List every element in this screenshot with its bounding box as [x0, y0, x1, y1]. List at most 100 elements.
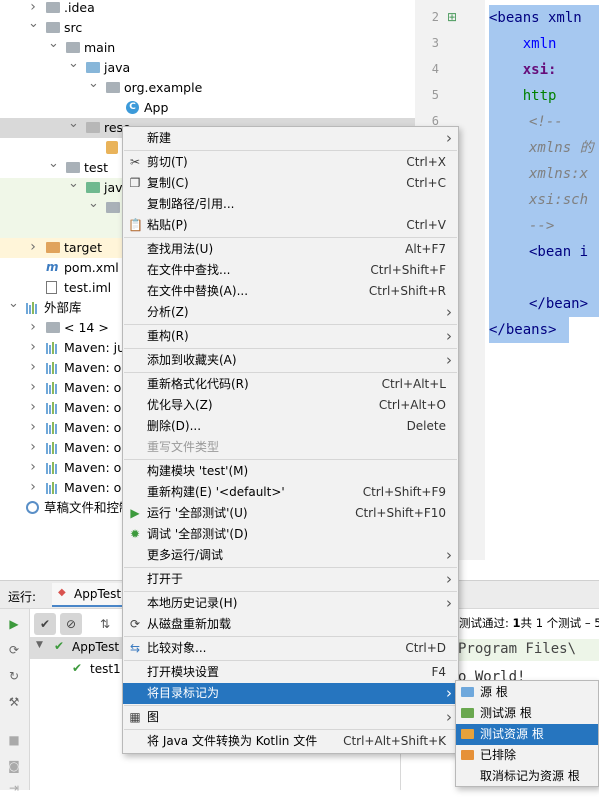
chevron-down-icon[interactable]: ⌄	[28, 17, 39, 30]
tree-row-label: < 14 >	[64, 320, 109, 335]
menu-item[interactable]: ❐ 复制(C) Ctrl+C	[123, 173, 458, 194]
chevron-right-icon[interactable]: ›	[28, 0, 38, 14]
library-icon	[46, 361, 60, 374]
menu-item-shortcut: Ctrl+Alt+L	[381, 377, 446, 391]
rerun-icon[interactable]: ▶	[0, 613, 28, 635]
submenu-item[interactable]: 测试资源 根	[456, 724, 598, 745]
chevron-down-icon[interactable]: ⌄	[48, 37, 59, 50]
chevron-right-icon[interactable]: ›	[28, 440, 38, 454]
tree-row[interactable]: ⌄ java	[0, 57, 415, 78]
stop-icon[interactable]: ■	[0, 729, 28, 751]
submenu-item[interactable]: 源 根	[456, 682, 598, 703]
menu-item[interactable]: 分析(Z) ›	[123, 302, 458, 323]
chevron-right-icon[interactable]: ›	[28, 460, 38, 474]
chevron-right-icon[interactable]: ›	[28, 240, 38, 254]
chevron-down-icon[interactable]: ⌄	[68, 177, 79, 190]
tree-row[interactable]: ⌄ src	[0, 17, 415, 38]
menu-item[interactable]: 优化导入(Z) Ctrl+Alt+O	[123, 395, 458, 416]
chevron-right-icon[interactable]: ›	[28, 420, 38, 434]
chevron-down-icon[interactable]: ⌄	[8, 297, 19, 310]
menu-item-shortcut: Ctrl+Alt+Shift+K	[343, 734, 446, 748]
menu-item-label: 重构(R)	[147, 329, 189, 343]
menu-item[interactable]: 在文件中替换(A)... Ctrl+Shift+R	[123, 281, 458, 302]
submenu-item[interactable]: 取消标记为资源 根	[456, 766, 598, 787]
menu-item[interactable]: 重新格式化代码(R) Ctrl+Alt+L	[123, 374, 458, 395]
menu-item[interactable]: 本地历史记录(H) ›	[123, 593, 458, 614]
menu-item[interactable]: 添加到收藏夹(A) ›	[123, 350, 458, 371]
library-icon	[46, 461, 60, 474]
sort-icon[interactable]: ⇅	[94, 613, 116, 635]
tree-row-label: org.example	[124, 80, 203, 95]
library-icon	[46, 421, 60, 434]
code-line: <beans xmln	[489, 10, 582, 26]
menu-item[interactable]: ▦ 图 ›	[123, 707, 458, 728]
menu-item[interactable]: 在文件中查找... Ctrl+Shift+F	[123, 260, 458, 281]
chevron-right-icon[interactable]: ›	[28, 480, 38, 494]
menu-item[interactable]: 构建模块 'test'(M)	[123, 461, 458, 482]
menu-item[interactable]: 删除(D)... Delete	[123, 416, 458, 437]
code-line: </beans>	[489, 322, 557, 338]
paste-icon: 📋	[128, 218, 143, 232]
reload-icon: ⟳	[129, 617, 141, 631]
tree-row[interactable]: ⌄ org.example	[0, 77, 415, 98]
menu-item[interactable]: 📋 粘贴(P) Ctrl+V	[123, 215, 458, 236]
chevron-right-icon[interactable]: ›	[28, 320, 38, 334]
menu-item[interactable]: ✹ 调试 '全部测试'(D)	[123, 524, 458, 545]
chevron-down-icon[interactable]: ⌄	[68, 117, 79, 130]
menu-item[interactable]: 打开模块设置 F4	[123, 662, 458, 683]
submenu-item[interactable]: 已排除	[456, 745, 598, 766]
menu-item[interactable]: ▶ 运行 '全部测试'(U) Ctrl+Shift+F10	[123, 503, 458, 524]
menu-item[interactable]: 复制路径/引用...	[123, 194, 458, 215]
chevron-right-icon[interactable]: ›	[28, 400, 38, 414]
chevron-down-icon[interactable]: ⌄	[88, 197, 99, 210]
menu-item[interactable]: 打开于 ›	[123, 569, 458, 590]
test-tree-root-row[interactable]: ▼ ✔ AppTest	[30, 637, 122, 659]
menu-item[interactable]: 将目录标记为 ›	[123, 683, 458, 704]
menu-separator	[124, 660, 457, 661]
tree-row[interactable]: C App	[0, 98, 415, 118]
tree-row[interactable]: › .idea	[0, 0, 415, 18]
rerun-failed-icon[interactable]: ⟳	[0, 639, 28, 661]
menu-item-label: 添加到收藏夹(A)	[147, 353, 237, 367]
run-tab[interactable]: ◆ AppTest	[52, 583, 122, 607]
xml-file-icon	[106, 141, 120, 154]
diagram-icon: ▦	[129, 710, 141, 724]
library-icon	[46, 341, 60, 354]
show-passed-icon[interactable]: ✔	[34, 613, 56, 635]
menu-item[interactable]: ✂ 剪切(T) Ctrl+X	[123, 152, 458, 173]
menu-item-label: 图	[147, 710, 160, 724]
chevron-down-icon[interactable]: ⌄	[48, 157, 59, 170]
menu-item[interactable]: ⟳ 从磁盘重新加载	[123, 614, 458, 635]
submenu-item[interactable]: 测试源 根	[456, 703, 598, 724]
maven-icon: m	[46, 260, 59, 274]
menu-item[interactable]: 更多运行/调试 ›	[123, 545, 458, 566]
chevron-right-icon[interactable]: ›	[28, 340, 38, 354]
wrench-icon[interactable]: ⚒	[0, 691, 28, 713]
export-icon[interactable]: ⇥	[0, 777, 28, 799]
chevron-down-icon[interactable]: ⌄	[68, 57, 79, 70]
chevron-down-icon[interactable]: ⌄	[88, 77, 99, 90]
menu-item[interactable]: 重新构建(E) '<default>' Ctrl+Shift+F9	[123, 482, 458, 503]
chevron-right-icon[interactable]: ›	[28, 360, 38, 374]
menu-item[interactable]: 新建 ›	[123, 128, 458, 149]
run-icon: ▶	[130, 506, 140, 520]
menu-item[interactable]: 查找用法(U) Alt+F7	[123, 239, 458, 260]
menu-item: 重写文件类型	[123, 437, 458, 458]
folder-icon	[461, 687, 474, 697]
menu-item-label: 构建模块 'test'(M)	[147, 464, 249, 478]
menu-item[interactable]: 将 Java 文件转换为 Kotlin 文件 Ctrl+Alt+Shift+K	[123, 731, 458, 752]
chevron-right-icon[interactable]: ›	[28, 380, 38, 394]
menu-item-label: 复制路径/引用...	[147, 197, 235, 211]
gutter-bean-icon[interactable]: ⊞	[447, 10, 461, 24]
menu-item[interactable]: 重构(R) ›	[123, 326, 458, 347]
test-tree-child-row[interactable]: ✔ test1	[30, 659, 122, 681]
menu-separator	[124, 324, 457, 325]
submenu-item-label: 取消标记为资源 根	[480, 769, 580, 783]
run-side-toolbar: ▶ ⟳ ↻ ⚒ ■ ◙ ⇥	[0, 609, 30, 795]
menu-item-shortcut: Ctrl+C	[406, 176, 446, 190]
camera-icon[interactable]: ◙	[0, 755, 28, 777]
toggle-icon[interactable]: ↻	[0, 665, 28, 687]
menu-item[interactable]: ⇆ 比较对象... Ctrl+D	[123, 638, 458, 659]
tree-row[interactable]: ⌄ main	[0, 37, 415, 58]
show-ignored-icon[interactable]: ⊘	[60, 613, 82, 635]
